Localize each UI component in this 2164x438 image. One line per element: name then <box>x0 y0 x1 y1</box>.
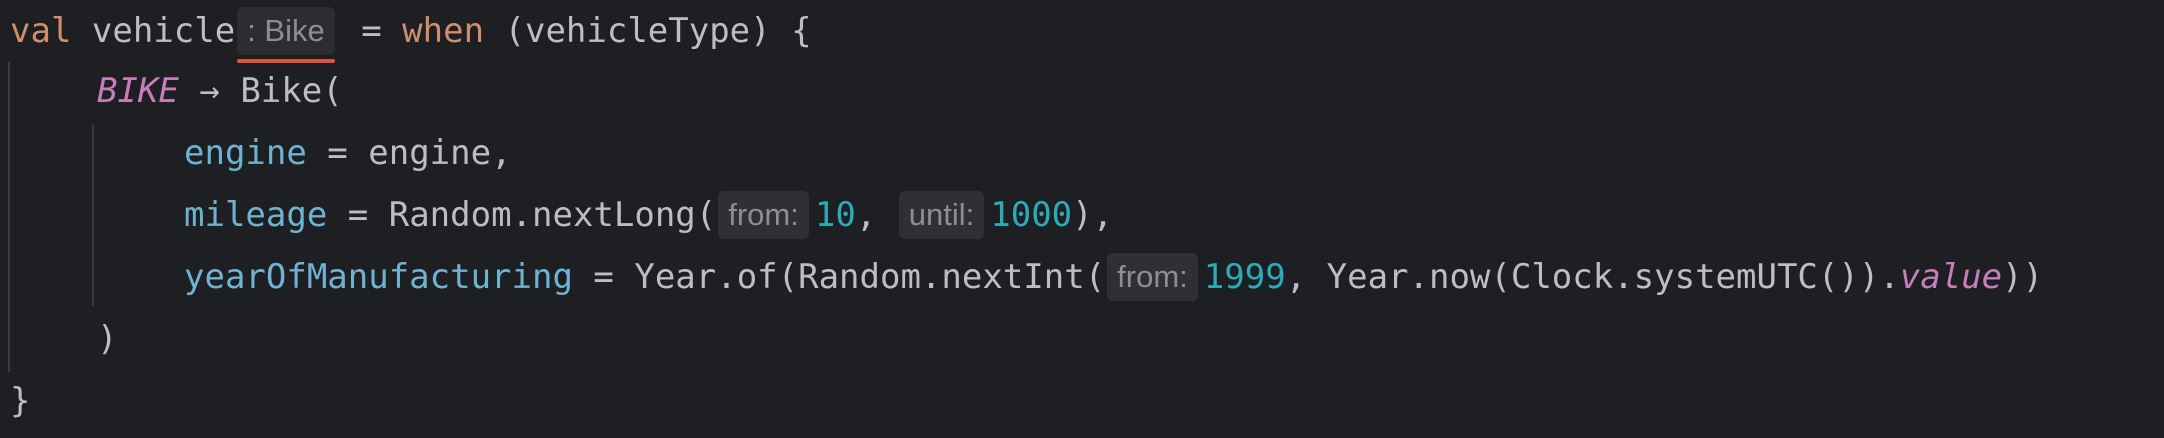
named-argument: mileage <box>184 195 328 235</box>
number-literal: 1000 <box>990 195 1073 235</box>
indent-guide <box>8 62 10 372</box>
code-line-1: val vehicle : Bike = when (vehicleType) { <box>10 0 812 63</box>
when-subject: (vehicleType) { <box>484 11 812 51</box>
assign-operator: = <box>306 133 369 173</box>
method-call: Random.nextLong( <box>388 195 717 235</box>
assign-operator: = <box>327 195 389 235</box>
keyword-when: when <box>402 11 485 51</box>
parameter-hint-until[interactable]: until: <box>898 191 985 239</box>
code-line-7: } <box>10 370 30 432</box>
closing-paren: )) <box>2002 257 2044 297</box>
method-call: Year.of(Random.nextInt( <box>634 257 1106 297</box>
argument-value: engine, <box>368 133 512 173</box>
arrow-operator: → <box>178 71 241 111</box>
parameter-hint-from[interactable]: from: <box>718 191 809 239</box>
type-inlay-hint[interactable]: : Bike <box>237 7 335 63</box>
code-line-3: engine = engine, <box>184 122 512 184</box>
code-line-5: yearOfManufacturing = Year.of(Random.nex… <box>184 246 2043 308</box>
parameter-hint-from[interactable]: from: <box>1107 253 1198 301</box>
method-chain: , Year.now(Clock.systemUTC()). <box>1285 257 1900 297</box>
assign-operator: = <box>572 257 635 297</box>
enum-constant: BIKE <box>97 71 179 111</box>
named-argument: engine <box>184 133 307 173</box>
code-editor[interactable]: val vehicle : Bike = when (vehicleType) {… <box>0 0 2164 438</box>
code-line-6: ) <box>97 308 117 370</box>
closing-brace: } <box>10 381 31 421</box>
number-literal: 10 <box>814 195 856 235</box>
closing-paren: ), <box>1072 195 1114 235</box>
number-literal: 1999 <box>1203 257 1286 297</box>
assign-operator: = <box>340 11 403 51</box>
code-line-2: BIKE → Bike( <box>97 60 343 122</box>
property-access: value <box>1899 257 2003 297</box>
constructor-call: Bike( <box>240 71 343 111</box>
separator: , <box>855 195 897 235</box>
keyword-val: val <box>10 11 72 51</box>
variable-name: vehicle <box>91 11 236 51</box>
closing-paren: ) <box>97 319 118 359</box>
type-hint-label: : Bike <box>247 13 325 48</box>
code-line-4: mileage = Random.nextLong(from: 10, until… <box>184 184 1113 246</box>
indent-guide <box>92 124 94 306</box>
named-argument: yearOfManufacturing <box>184 257 573 297</box>
